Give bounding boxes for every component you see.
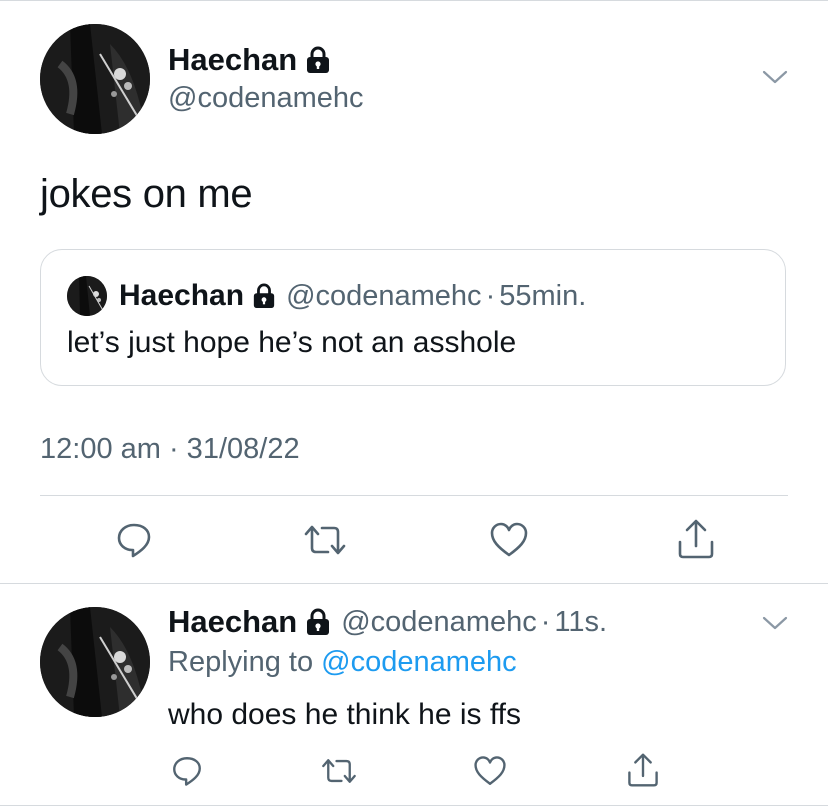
- retweet-icon[interactable]: [302, 520, 348, 560]
- quoted-separator: ·: [485, 279, 496, 312]
- avatar-image: [40, 24, 150, 134]
- timestamp[interactable]: 12:00 am · 31/08/22: [40, 433, 300, 466]
- quoted-time: 55min.: [499, 279, 587, 312]
- handle[interactable]: @codenamehc: [341, 606, 537, 639]
- separator: ·: [540, 605, 551, 638]
- quoted-tweet-card[interactable]: Haechan @codenamehc · 55min. let’s just …: [40, 249, 786, 386]
- tweet-text: who does he think he is ffs: [168, 698, 521, 731]
- replying-to-label: Replying to: [168, 646, 314, 678]
- lock-icon: [305, 607, 331, 637]
- divider: [0, 805, 828, 806]
- handle[interactable]: @codenamehc: [168, 82, 364, 115]
- divider: [0, 583, 828, 584]
- share-icon[interactable]: [626, 752, 660, 788]
- like-icon[interactable]: [472, 754, 508, 788]
- retweet-icon[interactable]: [320, 754, 358, 788]
- tweet-time[interactable]: 11s.: [554, 606, 607, 639]
- like-icon[interactable]: [488, 520, 530, 560]
- avatar[interactable]: [40, 607, 150, 717]
- chevron-down-icon[interactable]: [760, 66, 790, 88]
- quoted-avatar: [67, 276, 107, 316]
- quoted-handle: @codenamehc: [286, 279, 482, 312]
- avatar-image: [40, 607, 150, 717]
- lock-icon: [305, 45, 331, 75]
- quoted-display-name: Haechan: [119, 279, 245, 312]
- tweet-text: jokes on me: [40, 172, 253, 216]
- display-name[interactable]: Haechan: [168, 42, 297, 78]
- replying-to-handle[interactable]: @codenamehc: [321, 646, 517, 678]
- chevron-down-icon[interactable]: [760, 612, 790, 634]
- avatar[interactable]: [40, 24, 150, 134]
- reply-icon[interactable]: [114, 520, 154, 560]
- display-name[interactable]: Haechan: [168, 604, 297, 640]
- reply-icon[interactable]: [170, 754, 204, 788]
- quoted-text: let’s just hope he’s not an asshole: [67, 326, 517, 359]
- lock-icon: [252, 282, 276, 310]
- share-icon[interactable]: [676, 518, 716, 560]
- divider: [40, 495, 788, 496]
